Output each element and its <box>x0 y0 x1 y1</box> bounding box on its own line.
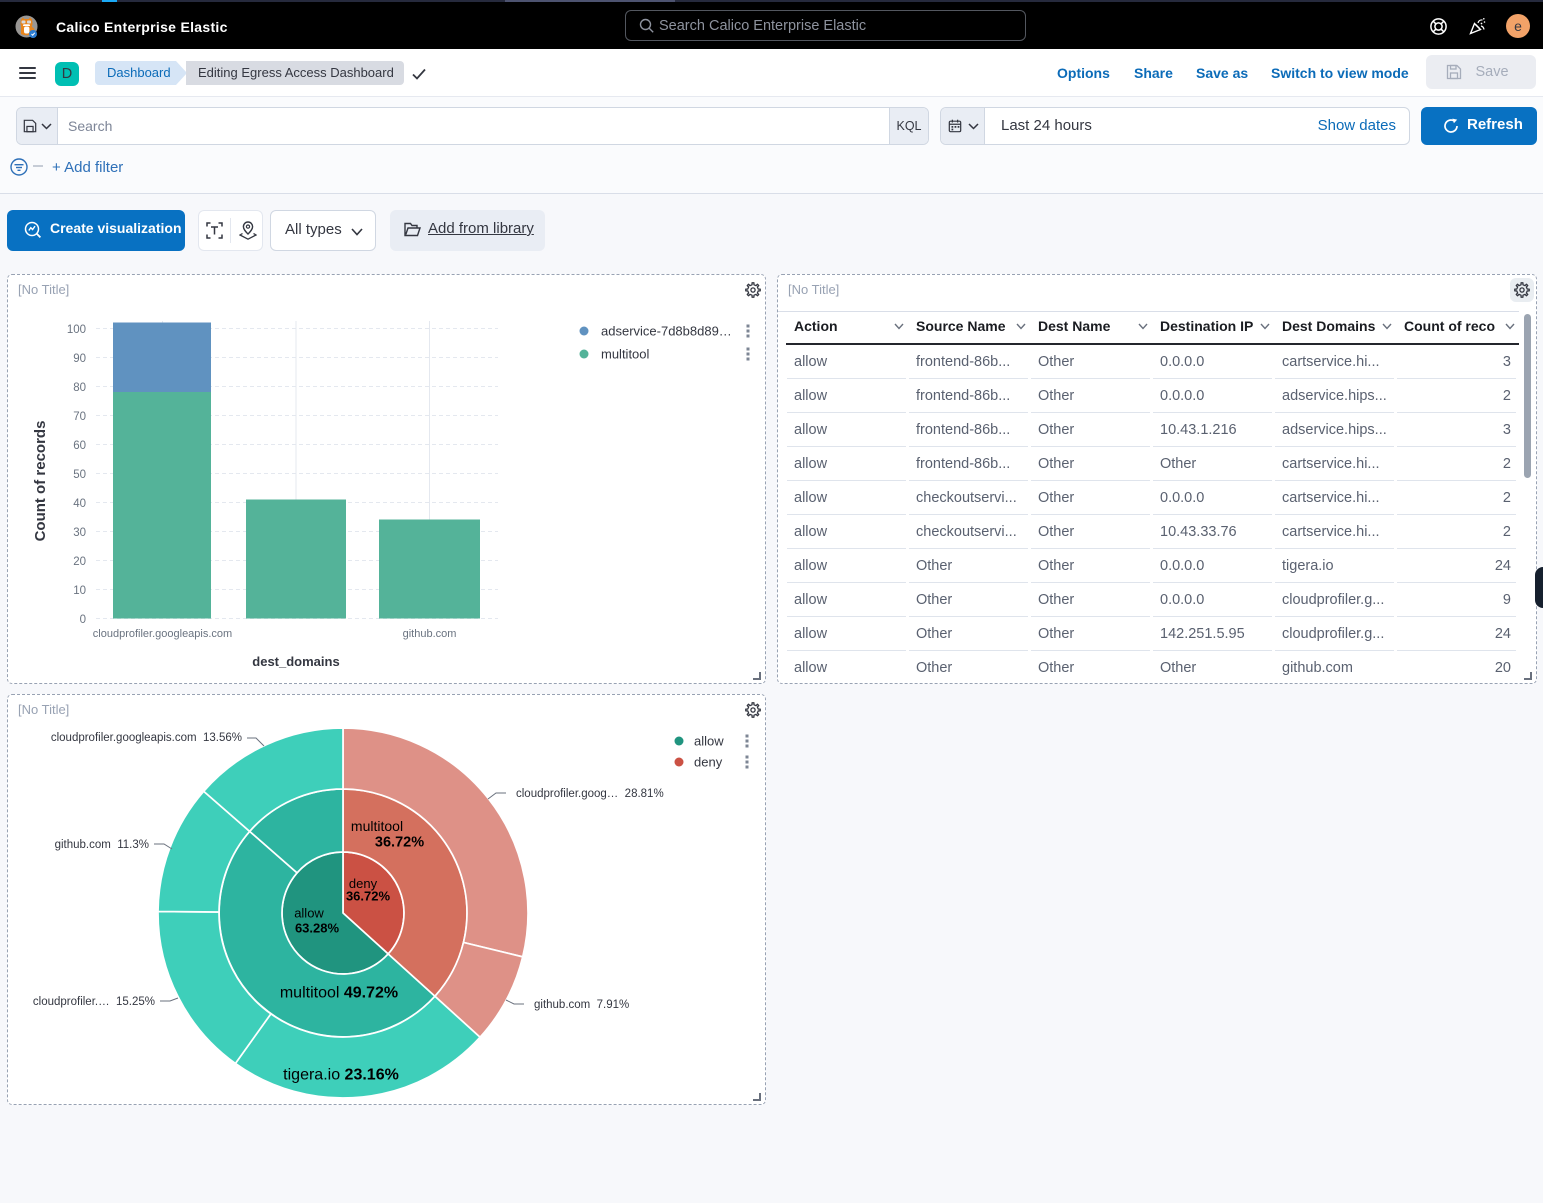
svg-text:allow: allow <box>294 906 324 921</box>
svg-text:40: 40 <box>73 498 86 510</box>
svg-text:multitool: multitool <box>351 818 403 834</box>
svg-text:tigera.io 23.16%: tigera.io 23.16% <box>283 1067 399 1084</box>
svg-text:cloudprofiler.… 15.25%: cloudprofiler.… 15.25% <box>33 996 155 1008</box>
svg-text:50: 50 <box>73 469 86 481</box>
svg-text:63.28%: 63.28% <box>295 921 340 936</box>
svg-text:allow: allow <box>694 734 724 749</box>
svg-text:cloudprofiler.googleapis.com: cloudprofiler.googleapis.com <box>93 628 232 640</box>
svg-text:100: 100 <box>67 324 86 336</box>
svg-text:Count of records: Count of records <box>32 421 49 542</box>
svg-text:github.com: github.com <box>403 628 457 640</box>
svg-text:30: 30 <box>73 527 86 539</box>
svg-text:multitool: multitool <box>601 347 650 362</box>
svg-text:github.com 11.3%: github.com 11.3% <box>55 839 149 851</box>
svg-text:80: 80 <box>73 382 86 394</box>
svg-text:deny: deny <box>694 755 723 770</box>
svg-text:0: 0 <box>80 614 86 626</box>
svg-text:multitool 49.72%: multitool 49.72% <box>280 985 398 1002</box>
svg-text:70: 70 <box>73 411 86 423</box>
svg-text:36.72%: 36.72% <box>375 835 424 851</box>
svg-text:github.com 7.91%: github.com 7.91% <box>534 999 629 1011</box>
svg-text:90: 90 <box>73 353 86 365</box>
svg-text:10: 10 <box>73 585 86 597</box>
svg-text:20: 20 <box>73 556 86 568</box>
svg-text:adservice-7d8b8d89…: adservice-7d8b8d89… <box>601 324 732 339</box>
svg-text:cloudprofiler.googleapis.com: cloudprofiler.googleapis.com 13.56% <box>51 732 242 744</box>
svg-text:dest_domains: dest_domains <box>252 654 339 669</box>
svg-text:36.72%: 36.72% <box>346 889 391 904</box>
svg-text:60: 60 <box>73 440 86 452</box>
svg-text:cloudprofiler.goog… 28.81%: cloudprofiler.goog… 28.81% <box>516 788 664 800</box>
